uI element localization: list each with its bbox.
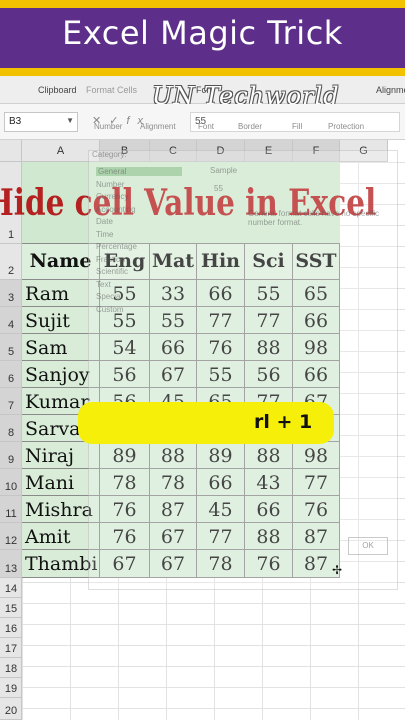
row-number: 11 — [5, 508, 17, 520]
dialog-category-item[interactable]: Date — [96, 217, 113, 226]
row-header-4[interactable]: 4 — [0, 307, 22, 334]
dialog-sample-label: Sample — [210, 166, 238, 175]
select-all-corner[interactable] — [0, 140, 22, 162]
dialog-category-item[interactable]: Percentage — [96, 242, 137, 251]
row-number: 13 — [4, 563, 18, 575]
row-header-20[interactable]: 20 — [0, 698, 22, 720]
row-header-2[interactable]: 2 — [0, 244, 22, 280]
dialog-tab-fill[interactable]: Fill — [292, 122, 302, 131]
dialog-category-item[interactable]: Time — [96, 230, 113, 239]
dialog-tab-protection[interactable]: Protection — [328, 122, 364, 131]
dialog-category-item[interactable]: Number — [96, 180, 124, 189]
row-number: 6 — [7, 373, 15, 385]
dialog-category-item[interactable]: Fraction — [96, 255, 125, 264]
dialog-ok-button[interactable]: OK — [348, 537, 388, 555]
row-header-14[interactable]: 14 — [0, 578, 22, 598]
row-header-8[interactable]: 8 — [0, 415, 22, 442]
dialog-category-label: Category: — [92, 150, 127, 159]
dialog-category-item[interactable]: Special — [96, 292, 122, 301]
row-header-5[interactable]: 5 — [0, 334, 22, 361]
row-number: 16 — [4, 623, 18, 635]
row-number: 8 — [7, 427, 15, 439]
row-header-3[interactable]: 3 — [0, 280, 22, 307]
row-header-15[interactable]: 15 — [0, 598, 22, 618]
row-header-11[interactable]: 11 — [0, 496, 22, 523]
mouse-cursor-icon: ✢ — [332, 563, 343, 577]
row-header-6[interactable]: 6 — [0, 361, 22, 388]
row-number: 1 — [7, 229, 15, 241]
dialog-tab-alignment[interactable]: Alignment — [140, 122, 176, 131]
row-number: 7 — [7, 400, 15, 412]
row-number: 5 — [7, 346, 15, 358]
name-box[interactable]: B3 ▼ — [4, 112, 78, 132]
row-number: 2 — [7, 265, 15, 277]
dialog-tab-border[interactable]: Border — [238, 122, 262, 131]
row-header-10[interactable]: 10 — [0, 469, 22, 496]
dialog-category-item[interactable]: Scientific — [96, 267, 128, 276]
name-box-value: B3 — [9, 116, 22, 127]
shortcut-text: rl + 1 — [254, 411, 313, 433]
row-header-16[interactable]: 16 — [0, 618, 22, 638]
row-header-13[interactable]: 13 — [0, 550, 22, 578]
row-number: 4 — [7, 319, 15, 331]
banner-title: Excel Magic Trick — [62, 14, 343, 52]
ribbon-clipboard-label[interactable]: Clipboard — [38, 85, 77, 95]
ribbon-format-cells-label: Format Cells — [86, 85, 138, 95]
dialog-description: General format cells have no specific nu… — [248, 209, 380, 227]
row-number: 3 — [7, 292, 15, 304]
row-header-12[interactable]: 12 — [0, 523, 22, 550]
dialog-tab-font[interactable]: Font — [198, 122, 214, 131]
banner-bottom-stripe — [0, 68, 405, 76]
row-header-18[interactable]: 18 — [0, 658, 22, 678]
title-banner: Excel Magic Trick — [0, 0, 405, 76]
row-header-17[interactable]: 17 — [0, 638, 22, 658]
ribbon-alignment-label[interactable]: Alignme — [376, 85, 405, 95]
row-header-9[interactable]: 9 — [0, 442, 22, 469]
dialog-category-item[interactable]: Currency — [96, 192, 128, 201]
dialog-category-item[interactable]: General — [96, 167, 182, 176]
row-number: 19 — [4, 683, 18, 695]
shortcut-callout: rl + 1 — [78, 402, 334, 444]
row-number: 12 — [4, 535, 18, 547]
chevron-down-icon[interactable]: ▼ — [66, 116, 74, 125]
dialog-sample-value: 55 — [214, 184, 223, 193]
row-header-7[interactable]: 7 — [0, 388, 22, 415]
dialog-category-item[interactable]: Text — [96, 280, 111, 289]
dialog-category-item[interactable]: Accounting — [96, 205, 136, 214]
row-number: 14 — [4, 583, 18, 595]
row-number: 18 — [4, 663, 18, 675]
row-number: 20 — [4, 705, 18, 717]
row-number: 10 — [4, 481, 18, 493]
banner-top-stripe — [0, 0, 405, 8]
dialog-tab-number[interactable]: Number — [94, 122, 122, 131]
row-number: 9 — [7, 454, 15, 466]
row-number: 17 — [4, 643, 18, 655]
dialog-category-item[interactable]: Custom — [96, 305, 124, 314]
row-header-19[interactable]: 19 — [0, 678, 22, 698]
row-number: 15 — [4, 603, 18, 615]
